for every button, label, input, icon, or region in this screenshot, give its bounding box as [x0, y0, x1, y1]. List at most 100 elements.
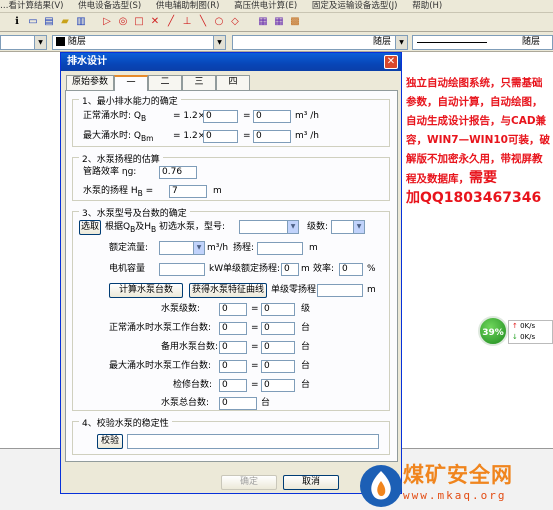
unit-label: m — [367, 285, 376, 295]
arrow-down-icon: ↓ — [512, 333, 518, 341]
drawing-toolbar: ℹ ▭ ▤ ▰ ▥ ▷ ◎ □ ✕ ╱ ⊥ ╲ ○ ◇ ▦ ▦ ▩ — [0, 13, 553, 32]
layer-combo[interactable]: ▼ — [0, 35, 47, 50]
upload-speed: ↑ 0K/s — [512, 322, 536, 330]
tab-raw-params[interactable]: 原始参数 — [66, 75, 114, 90]
pump-basis-label: 根据QB及HB 初选水泵，型号: — [105, 222, 226, 234]
efficiency-input[interactable]: 0 — [339, 263, 363, 276]
section-title: 4、校验水泵的稳定性 — [79, 416, 172, 429]
total-pumps-input[interactable]: 0 — [219, 397, 257, 410]
cursor-icon[interactable]: ▷ — [100, 15, 114, 29]
max-working-pumps-input[interactable]: 0 — [219, 360, 247, 373]
pump-stages-label: 水泵级数: — [161, 304, 201, 314]
stages-select[interactable]: ▼ — [331, 220, 365, 234]
section-head-estimate: 2、水泵扬程的估算 管路效率 ηg: 0.76 水泵的扬程 HB = 7 m — [72, 152, 390, 201]
linetype-combo[interactable]: 随层 ▼ — [232, 35, 408, 50]
cpu-gauge[interactable]: 39% — [478, 316, 508, 346]
standby-pumps-input[interactable]: 0 — [219, 341, 247, 354]
calc-pump-count-button[interactable]: 计算水泵台数 — [109, 283, 183, 298]
table-icon[interactable]: ▤ — [42, 15, 56, 29]
pump-head-input[interactable]: 7 — [169, 185, 207, 198]
pump-stages-input[interactable]: 0 — [219, 303, 247, 316]
dialog-titlebar[interactable]: 排水设计 ✕ — [61, 53, 401, 71]
unit-label: kW — [209, 264, 224, 274]
target-icon[interactable]: ◎ — [116, 15, 130, 29]
unit-label: 台 — [301, 342, 311, 352]
section-stability-check: 4、校验水泵的稳定性 校验 — [72, 416, 390, 455]
pipe-efficiency-input[interactable]: 0.76 — [159, 166, 197, 179]
folder-icon[interactable]: ▰ — [58, 15, 72, 29]
tab-one[interactable]: 一 — [114, 75, 148, 91]
tab-two[interactable]: 二 — [148, 75, 182, 90]
line-icon[interactable]: ╱ — [164, 15, 178, 29]
perpendicular-icon[interactable]: ⊥ — [180, 15, 194, 29]
arrow-up-icon: ↑ — [512, 322, 518, 330]
ad-text: 独立自动绘图系统，只需基础参数，自动计算，自动绘图，自动生成设计报告，与CAD兼… — [406, 77, 550, 185]
grid-icon[interactable]: ▦ — [256, 15, 270, 29]
pump-curve-button[interactable]: 获得水泵特征曲线 — [189, 283, 267, 298]
normal-working-pumps-input[interactable]: 0 — [219, 322, 247, 335]
select-pump-button[interactable]: 选取 — [79, 220, 101, 235]
normal-inflow-input[interactable]: 0 — [203, 110, 238, 123]
menu-item-power-supply[interactable]: 供电设备选型(S) — [78, 1, 141, 11]
tab-four[interactable]: 四 — [216, 75, 250, 90]
lineweight-combo[interactable]: 随层 — [412, 35, 553, 50]
chevron-down-icon: ▼ — [353, 221, 364, 233]
equals-sign: = — [251, 323, 259, 333]
diamond-icon[interactable]: ◇ — [228, 15, 242, 29]
grid-alt-icon[interactable]: ▦ — [272, 15, 286, 29]
tab-three[interactable]: 三 — [182, 75, 216, 90]
rated-flow-select[interactable]: ▼ — [159, 241, 205, 255]
circle-icon[interactable]: ○ — [212, 15, 226, 29]
verify-result-field[interactable] — [127, 434, 379, 449]
download-speed: ↓ 0K/s — [512, 333, 536, 341]
drainage-design-dialog: 排水设计 ✕ 原始参数 一 二 三 四 1、最小排水能力的确定 正常涌水时: Q… — [60, 52, 402, 494]
single-head-label: 单级额定扬程: — [223, 264, 281, 274]
menu-item-transport[interactable]: 固定及运输设备选型(J) — [312, 1, 398, 11]
menu-item-help[interactable]: 帮助(H) — [412, 1, 442, 11]
unit-label: m³ /h — [295, 131, 319, 141]
close-button[interactable]: ✕ — [384, 55, 398, 69]
chart-icon[interactable]: ▥ — [74, 15, 88, 29]
head-input[interactable] — [257, 242, 303, 255]
equals-sign: = — [243, 131, 251, 141]
equals-sign: = — [243, 111, 251, 121]
max-working-pumps-result[interactable]: 0 — [261, 360, 295, 373]
normal-inflow-label: 正常涌水时: QB — [83, 111, 147, 123]
normal-working-pumps-result[interactable]: 0 — [261, 322, 295, 335]
cancel-button[interactable]: 取消 — [283, 475, 339, 490]
color-combo[interactable]: 随层 ▼ — [52, 35, 226, 50]
tab-label: 原始参数 — [71, 77, 108, 87]
standby-pumps-result[interactable]: 0 — [261, 341, 295, 354]
network-speed-widget: ↑ 0K/s ↓ 0K/s — [508, 320, 553, 344]
window-icon[interactable]: ▭ — [26, 15, 40, 29]
unit-label: 台 — [261, 398, 271, 408]
diagonal-icon[interactable]: ╲ — [196, 15, 210, 29]
normal-inflow-expr: = 1.2× — [173, 111, 206, 121]
ok-button[interactable]: 确定 — [221, 475, 277, 490]
pump-model-select[interactable]: ▼ — [239, 220, 299, 234]
max-drainage-result[interactable]: 0 — [253, 130, 291, 143]
motor-input[interactable] — [159, 263, 205, 276]
layers-icon[interactable]: ▩ — [288, 15, 302, 29]
zero-head-input[interactable] — [317, 284, 363, 297]
ad-contact: 加QQ1803467346 — [406, 190, 542, 206]
max-inflow-input[interactable]: 0 — [203, 130, 238, 143]
single-head-input[interactable]: 0 — [281, 263, 299, 276]
square-icon[interactable]: □ — [132, 15, 146, 29]
menu-item-hv-calc[interactable]: 高压供电计算(E) — [234, 1, 297, 11]
unit-label: m — [213, 186, 222, 196]
menu-item-results[interactable]: …看计算结果(V) — [0, 1, 63, 11]
maintenance-pumps-result[interactable]: 0 — [261, 379, 295, 392]
menu-item-drawing[interactable]: 供电辅助制图(R) — [156, 1, 220, 11]
maintenance-pumps-input[interactable]: 0 — [219, 379, 247, 392]
normal-drainage-result[interactable]: 0 — [253, 110, 291, 123]
section-pump-selection: 3、水泵型号及台数的确定 选取 根据QB及HB 初选水泵，型号: ▼ 级数: ▼… — [72, 206, 390, 411]
chevron-down-icon: ▼ — [287, 221, 298, 233]
verify-button[interactable]: 校验 — [97, 434, 123, 449]
unit-label: m³/h — [207, 243, 229, 253]
pump-stages-result[interactable]: 0 — [261, 303, 295, 316]
chevron-down-icon: ▼ — [193, 242, 204, 254]
info-icon[interactable]: ℹ — [10, 15, 24, 29]
color-combo-label: 随层 — [67, 37, 86, 47]
cross-icon[interactable]: ✕ — [148, 15, 162, 29]
